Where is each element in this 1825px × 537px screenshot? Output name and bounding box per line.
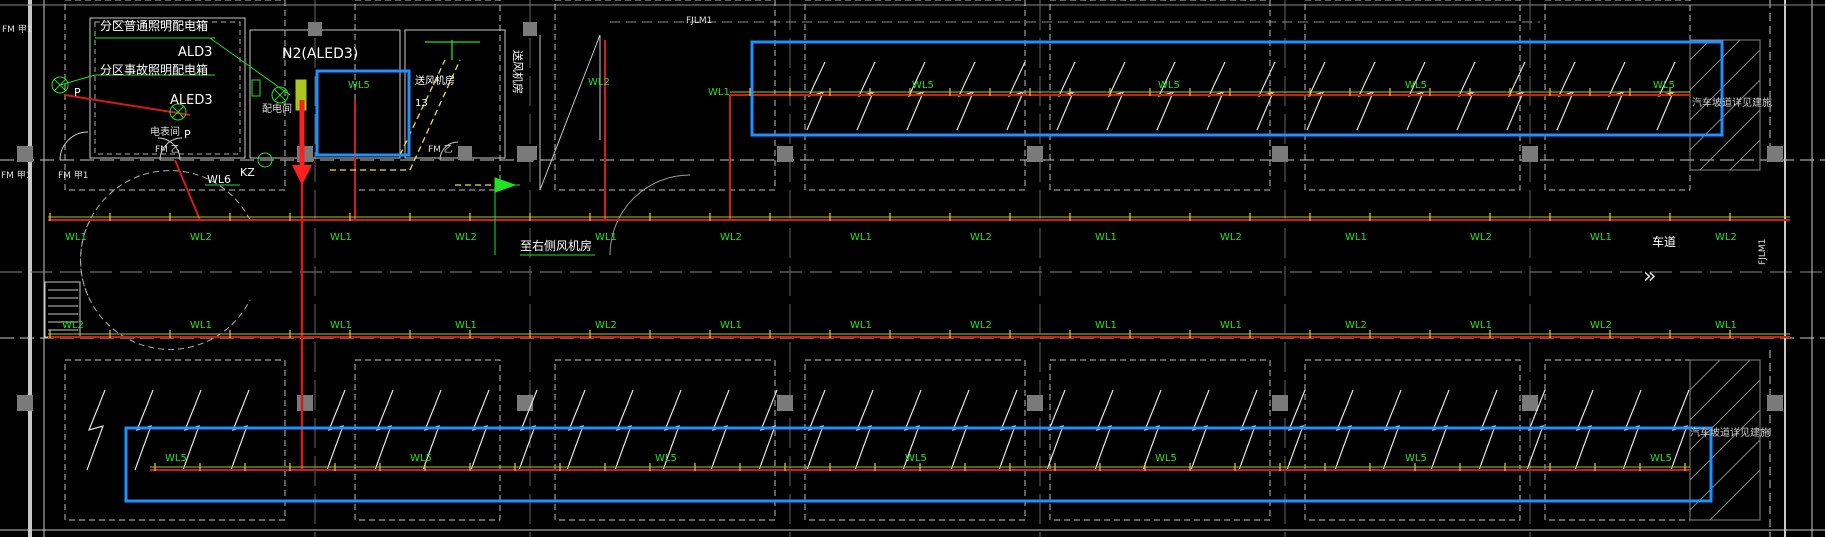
label-fm-1: FM 甲1 bbox=[2, 24, 33, 35]
wl5-label: WL5 bbox=[1405, 453, 1427, 464]
column-square bbox=[1272, 395, 1288, 411]
label-n2: N2(ALED3) bbox=[282, 46, 358, 62]
circuit-label: WL1 bbox=[595, 232, 617, 243]
column-square bbox=[777, 146, 793, 162]
label-p-1: P bbox=[74, 86, 81, 99]
label-zone-power-box: 分区普通照明配电箱 bbox=[100, 18, 208, 33]
circuit-label: WL1 bbox=[1345, 232, 1367, 243]
circuit-label: WL2 bbox=[970, 320, 992, 331]
label-dist-room: 配电间 bbox=[262, 102, 292, 115]
circuit-label: WL2 bbox=[1715, 232, 1737, 243]
circuit-label: WL2 bbox=[1345, 320, 1367, 331]
circuit-label: WL1 bbox=[1095, 320, 1117, 331]
label-fm-z-2: FM 乙 bbox=[428, 144, 453, 155]
wl5-label: WL5 bbox=[410, 453, 432, 464]
label-fm-z: FM 乙 bbox=[155, 144, 180, 155]
circuit-label: WL1 bbox=[1220, 320, 1242, 331]
wl5-label: WL5 bbox=[1653, 80, 1675, 91]
lane-chevron-icon: » bbox=[1643, 264, 1656, 289]
label-wl5-box: WL5 bbox=[348, 80, 370, 91]
column-square bbox=[17, 146, 33, 162]
circuit-label: WL1 bbox=[850, 232, 872, 243]
circuit-label: WL2 bbox=[1590, 320, 1612, 331]
circuit-label: WL1 bbox=[1470, 320, 1492, 331]
wl5-label: WL5 bbox=[905, 453, 927, 464]
column-square bbox=[1767, 146, 1783, 162]
cad-drawing: 分区普通照明配电箱 分区事故照明配电箱 ALD3 ALED3 N2(ALED3)… bbox=[0, 0, 1825, 537]
column-square bbox=[297, 146, 313, 162]
wl5-label: WL5 bbox=[165, 453, 187, 464]
circuit-label: WL1 bbox=[65, 232, 87, 243]
label-kz: KZ bbox=[240, 166, 255, 179]
label-ramp-bottom: 汽车坡道详见建施 bbox=[1690, 426, 1770, 439]
circuit-label: WL1 bbox=[1590, 232, 1612, 243]
label-fm-2: FM 甲1 bbox=[58, 170, 89, 181]
label-aled3: ALED3 bbox=[170, 93, 213, 108]
circuit-label: WL1 bbox=[190, 320, 212, 331]
column-square bbox=[1027, 395, 1043, 411]
circuit-label: WL2 bbox=[1220, 232, 1242, 243]
circuit-label: WL1 bbox=[850, 320, 872, 331]
column-square bbox=[517, 395, 533, 411]
column-square bbox=[1272, 146, 1288, 162]
column-square bbox=[1522, 395, 1538, 411]
column-square bbox=[17, 395, 33, 411]
label-ald3: ALD3 bbox=[178, 45, 212, 60]
label-supply-fan: 送风机房 bbox=[511, 50, 525, 94]
circuit-label: WL2 bbox=[62, 320, 84, 331]
circuit-label: WL2 bbox=[1470, 232, 1492, 243]
column-square bbox=[1027, 146, 1043, 162]
circuit-label: WL2 bbox=[190, 232, 212, 243]
wl5-label: WL5 bbox=[1158, 80, 1180, 91]
circuit-label: WL1 bbox=[330, 320, 352, 331]
circuit-label: WL2 bbox=[595, 320, 617, 331]
wl5-label: WL5 bbox=[1155, 453, 1177, 464]
label-fm-3: FM 甲1 bbox=[1, 170, 32, 181]
circuit-label: WL1 bbox=[720, 320, 742, 331]
wl5-label: WL5 bbox=[1405, 80, 1427, 91]
circuit-label: WL2 bbox=[970, 232, 992, 243]
circuit-label: WL1 bbox=[455, 320, 477, 331]
label-zone-emergency-box: 分区事故照明配电箱 bbox=[100, 62, 208, 77]
label-ramp-top: 汽车坡道详见建施 bbox=[1692, 96, 1772, 109]
column-square bbox=[777, 395, 793, 411]
label-elec-room: 电表间 bbox=[150, 125, 180, 138]
label-fjlm1-top: FJLM1 bbox=[686, 16, 712, 26]
label-supply-fan-2: 送风机房 bbox=[415, 74, 455, 87]
label-p-2: P bbox=[184, 128, 191, 141]
column-square bbox=[458, 146, 472, 160]
label-wl-vertical-1: WL2 bbox=[588, 77, 610, 88]
label-lane: 车道 bbox=[1652, 234, 1676, 249]
label-wl-vertical-2: WL1 bbox=[708, 87, 730, 98]
wl5-label: WL5 bbox=[912, 80, 934, 91]
column-square bbox=[1522, 146, 1538, 162]
column-square bbox=[1767, 395, 1783, 411]
label-fan-qty: 13 bbox=[415, 98, 428, 109]
column-square bbox=[523, 22, 537, 36]
column-square bbox=[523, 146, 537, 160]
circuit-label: WL1 bbox=[1095, 232, 1117, 243]
column-square bbox=[308, 22, 322, 36]
circuit-label: WL1 bbox=[330, 232, 352, 243]
wl5-label: WL5 bbox=[655, 453, 677, 464]
circuit-label: WL2 bbox=[720, 232, 742, 243]
circuit-label: WL1 bbox=[1715, 320, 1737, 331]
column-square bbox=[297, 395, 313, 411]
circuit-label: WL2 bbox=[455, 232, 477, 243]
label-fjlm1-side: FJLM1 bbox=[1758, 239, 1768, 265]
wl5-label: WL5 bbox=[1650, 453, 1672, 464]
label-to-fan-room: 至右侧风机房 bbox=[520, 238, 592, 253]
label-wl6: WL6 bbox=[207, 173, 231, 186]
